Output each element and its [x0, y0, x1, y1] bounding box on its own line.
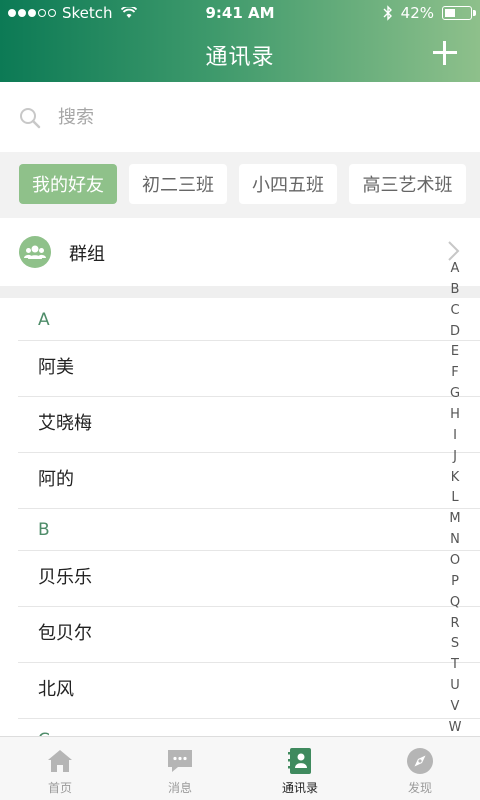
add-contact-button[interactable]	[430, 38, 460, 68]
status-bar: Sketch 9:41 AM 42%	[0, 0, 480, 26]
alphabet-index-letter[interactable]: U	[450, 679, 460, 692]
alphabet-index-letter[interactable]: R	[450, 617, 459, 630]
tab-home-label: 首页	[47, 781, 72, 795]
page-title: 通讯录	[205, 45, 275, 70]
contact-item[interactable]: 阿的	[0, 452, 480, 508]
alphabet-index-letter[interactable]: N	[450, 533, 460, 546]
groups-row[interactable]: 群组	[0, 218, 480, 286]
alphabet-index-letter[interactable]: E	[451, 345, 459, 358]
alphabet-index-letter[interactable]: D	[450, 325, 460, 338]
alphabet-index-letter[interactable]: W	[449, 721, 462, 734]
alphabet-index-letter[interactable]: F	[451, 366, 458, 379]
search-bar	[0, 82, 480, 152]
contact-item[interactable]: 艾晓梅	[0, 396, 480, 452]
alphabet-index-letter[interactable]: A	[451, 262, 460, 275]
alphabet-index-letter[interactable]: O	[450, 554, 460, 567]
alphabet-index-letter[interactable]: Q	[450, 596, 460, 609]
section-header-c: C	[0, 718, 480, 736]
tab-discover-label: 发现	[407, 781, 432, 795]
alphabet-index-letter[interactable]: P	[451, 575, 459, 588]
alphabet-index-letter[interactable]: M	[449, 512, 460, 525]
tab-messages-label: 消息	[167, 781, 192, 795]
header: Sketch 9:41 AM 42% 通讯录	[0, 0, 480, 82]
contact-list: A 阿美 艾晓梅 阿的 B 贝乐乐 包贝尔 北风 C	[0, 298, 480, 736]
alphabet-index[interactable]: ABCDEFGHIJKLMNOPQRSTUVW	[444, 262, 466, 734]
tab-contacts-label: 通讯录	[281, 781, 318, 795]
alphabet-index-letter[interactable]: G	[450, 387, 460, 400]
section-gap	[0, 286, 480, 298]
alphabet-index-letter[interactable]: B	[451, 283, 460, 296]
alphabet-index-letter[interactable]: C	[450, 304, 459, 317]
status-right: 42%	[383, 4, 476, 22]
tab-my-friends[interactable]: 我的好友	[19, 164, 117, 204]
alphabet-index-letter[interactable]: S	[451, 637, 459, 650]
tab-art-class[interactable]: 高三艺术班	[349, 164, 466, 204]
contact-item[interactable]: 贝乐乐	[0, 550, 480, 606]
tab-class-2-3[interactable]: 初二三班	[129, 164, 227, 204]
contact-item[interactable]: 北风	[0, 662, 480, 718]
alphabet-index-letter[interactable]: I	[453, 429, 457, 442]
contact-item[interactable]: 包贝尔	[0, 606, 480, 662]
group-icon	[19, 236, 51, 268]
chevron-right-icon	[448, 241, 460, 261]
search-input[interactable]	[58, 100, 438, 134]
alphabet-index-letter[interactable]: H	[450, 408, 460, 421]
contact-item[interactable]: 阿美	[0, 340, 480, 396]
alphabet-index-letter[interactable]: L	[451, 491, 458, 504]
groups-label: 群组	[69, 244, 105, 265]
section-header-a: A	[38, 310, 50, 330]
tab-home[interactable]: 首页	[0, 737, 120, 800]
alphabet-index-letter[interactable]: K	[451, 471, 460, 484]
class-tabs: 我的好友 初二三班 小四五班 高三艺术班	[0, 152, 480, 218]
tab-discover[interactable]: 发现	[360, 737, 480, 800]
search-icon	[20, 108, 41, 129]
battery-percent: 42%	[400, 4, 434, 22]
contacts-icon	[288, 748, 311, 774]
battery-icon	[442, 6, 476, 20]
section-header-b: B	[38, 520, 50, 540]
tab-messages[interactable]: 消息	[120, 737, 240, 800]
home-icon	[48, 750, 72, 772]
tab-contacts[interactable]: 通讯录	[240, 737, 360, 800]
message-icon	[168, 750, 192, 772]
alphabet-index-letter[interactable]: J	[453, 450, 457, 463]
battery-fill	[445, 9, 455, 17]
bluetooth-icon	[383, 5, 392, 21]
tab-class-4-5[interactable]: 小四五班	[239, 164, 337, 204]
tab-bar: 首页 消息 通讯录 发现	[0, 736, 480, 800]
alphabet-index-letter[interactable]: V	[451, 700, 460, 713]
alphabet-index-letter[interactable]: T	[451, 658, 459, 671]
compass-icon	[407, 748, 433, 774]
